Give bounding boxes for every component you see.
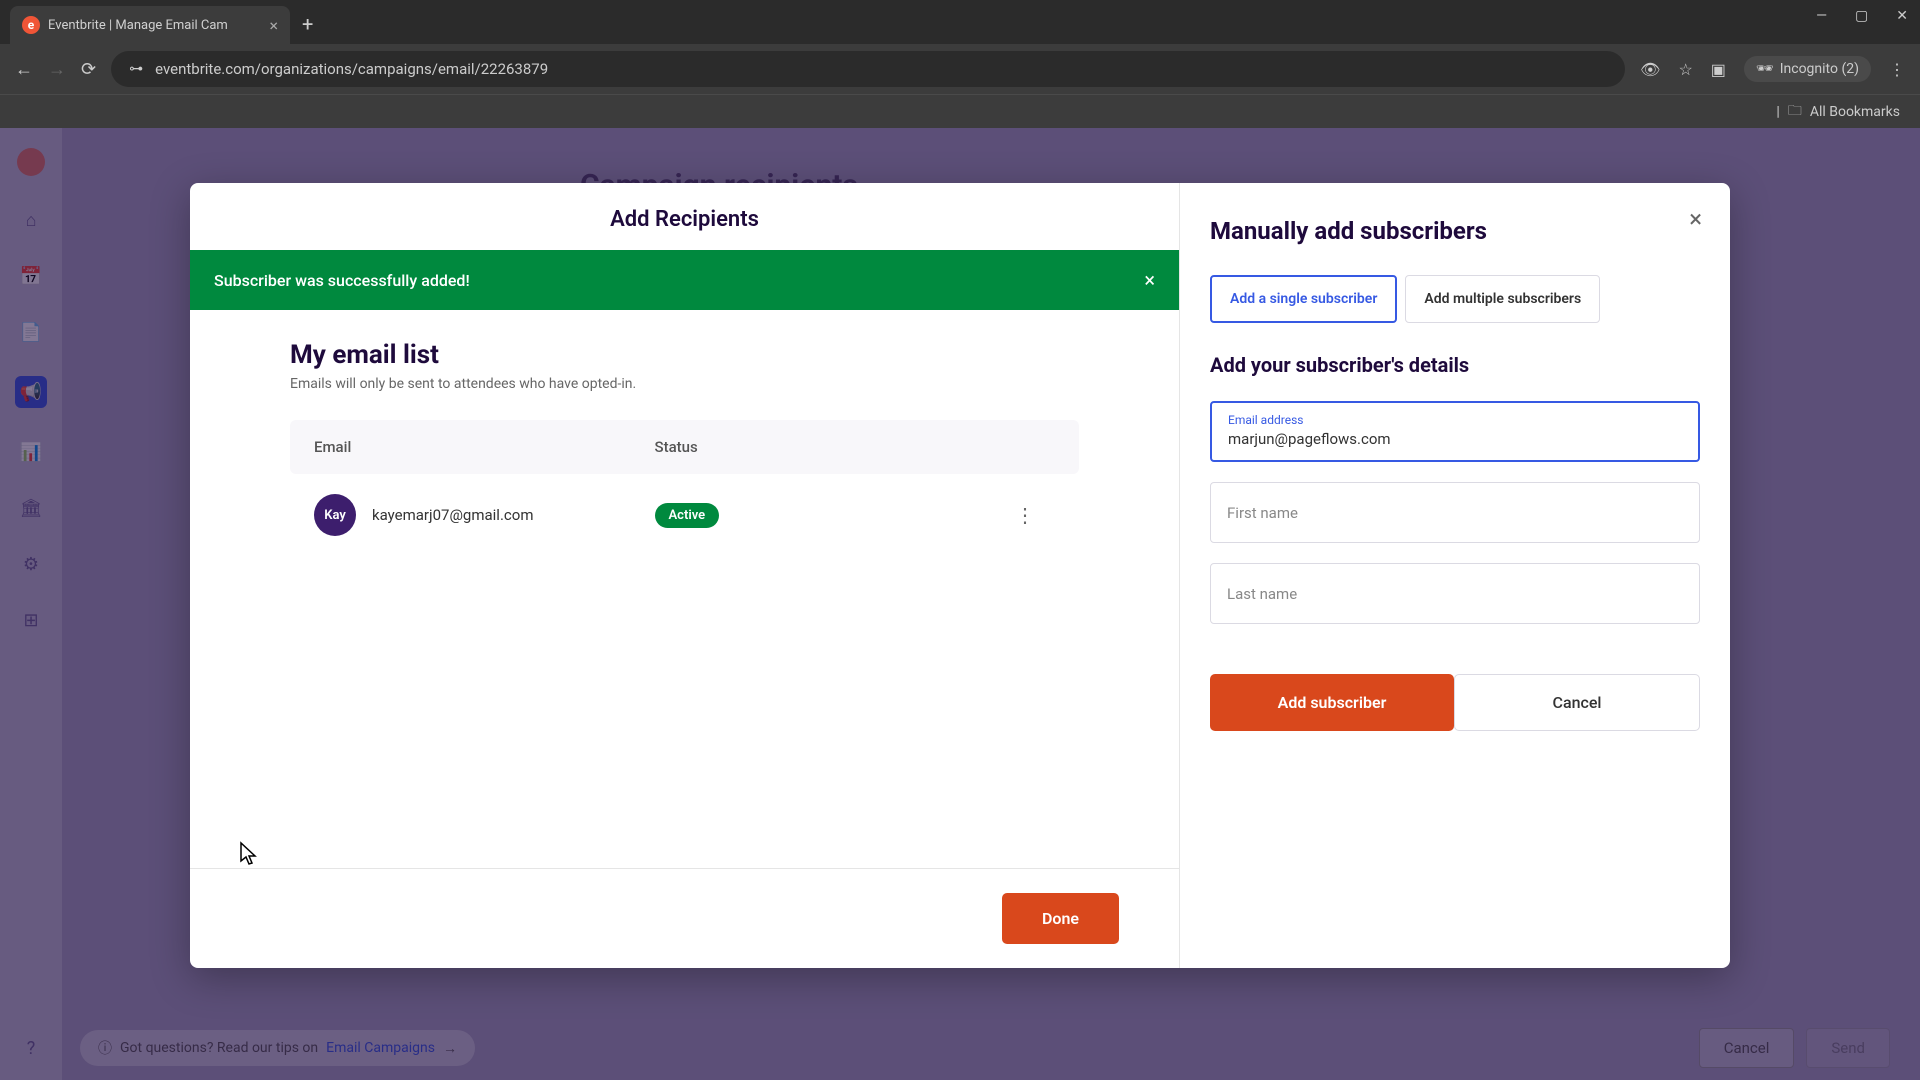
email-cell: kayemarj07@gmail.com bbox=[372, 506, 533, 524]
form-actions: Add subscriber Cancel bbox=[1210, 674, 1700, 731]
first-name-placeholder: First name bbox=[1227, 504, 1298, 522]
modal-overlay[interactable]: × Add Recipients Subscriber was successf… bbox=[0, 128, 1920, 1080]
reload-button[interactable]: ⟳ bbox=[81, 59, 96, 80]
right-panel-title: Manually add subscribers bbox=[1210, 217, 1700, 245]
column-email: Email bbox=[314, 438, 655, 456]
incognito-badge[interactable]: 🕶 Incognito (2) bbox=[1744, 56, 1871, 82]
panel-icon[interactable]: ▣ bbox=[1711, 60, 1726, 79]
tab-multiple-subscribers[interactable]: Add multiple subscribers bbox=[1405, 275, 1600, 323]
bookmarks-bar: | 🗀 All Bookmarks bbox=[0, 94, 1920, 128]
close-modal-icon[interactable]: × bbox=[1689, 205, 1702, 233]
column-status: Status bbox=[655, 438, 996, 456]
tab-single-subscriber[interactable]: Add a single subscriber bbox=[1210, 275, 1397, 323]
favicon-icon: e bbox=[22, 16, 40, 34]
last-name-placeholder: Last name bbox=[1227, 585, 1297, 603]
email-label: Email address bbox=[1228, 413, 1682, 427]
browser-chrome: e Eventbrite | Manage Email Cam × + — ▢ … bbox=[0, 0, 1920, 128]
list-title: My email list bbox=[290, 340, 1079, 370]
modal-left-footer: Done bbox=[190, 868, 1179, 968]
cancel-button[interactable]: Cancel bbox=[1454, 674, 1700, 731]
window-controls: — ▢ ✕ bbox=[1816, 8, 1908, 24]
email-field[interactable]: Email address bbox=[1210, 401, 1700, 462]
browser-toolbar: ← → ⟳ ⊶ eventbrite.com/organizations/cam… bbox=[0, 44, 1920, 94]
star-icon[interactable]: ☆ bbox=[1678, 60, 1692, 79]
url-text: eventbrite.com/organizations/campaigns/e… bbox=[155, 60, 548, 78]
done-button[interactable]: Done bbox=[1002, 893, 1119, 944]
browser-tab[interactable]: e Eventbrite | Manage Email Cam × bbox=[10, 6, 290, 44]
email-input[interactable] bbox=[1228, 430, 1682, 448]
tab-title: Eventbrite | Manage Email Cam bbox=[48, 18, 261, 33]
close-window-icon[interactable]: ✕ bbox=[1896, 8, 1908, 24]
modal-title: Add Recipients bbox=[230, 207, 1139, 232]
first-name-field[interactable]: First name bbox=[1210, 482, 1700, 543]
subscriber-tabs: Add a single subscriber Add multiple sub… bbox=[1210, 275, 1700, 323]
success-message: Subscriber was successfully added! bbox=[214, 271, 470, 290]
forward-button[interactable]: → bbox=[48, 59, 66, 80]
eye-off-icon[interactable]: 👁 bbox=[1640, 60, 1660, 79]
email-list-section: My email list Emails will only be sent t… bbox=[190, 310, 1179, 868]
tab-bar: e Eventbrite | Manage Email Cam × + — ▢ … bbox=[0, 0, 1920, 44]
folder-icon: 🗀 bbox=[1788, 100, 1802, 124]
add-recipients-modal: × Add Recipients Subscriber was successf… bbox=[190, 183, 1730, 968]
avatar: Kay bbox=[314, 494, 356, 536]
list-subtitle: Emails will only be sent to attendees wh… bbox=[290, 376, 1079, 392]
minimize-icon[interactable]: — bbox=[1816, 8, 1827, 24]
maximize-icon[interactable]: ▢ bbox=[1855, 8, 1868, 24]
back-button[interactable]: ← bbox=[15, 59, 33, 80]
last-name-field[interactable]: Last name bbox=[1210, 563, 1700, 624]
status-badge: Active bbox=[655, 503, 720, 528]
add-subscriber-button[interactable]: Add subscriber bbox=[1210, 674, 1454, 731]
new-tab-button[interactable]: + bbox=[302, 12, 313, 36]
dismiss-banner-icon[interactable]: × bbox=[1144, 268, 1155, 292]
table-row: Kay kayemarj07@gmail.com Active ⋮ bbox=[290, 474, 1079, 556]
site-info-icon[interactable]: ⊶ bbox=[129, 61, 143, 77]
success-banner: Subscriber was successfully added! × bbox=[190, 250, 1179, 310]
all-bookmarks-button[interactable]: All Bookmarks bbox=[1810, 104, 1900, 120]
close-tab-icon[interactable]: × bbox=[269, 16, 278, 35]
url-bar[interactable]: ⊶ eventbrite.com/organizations/campaigns… bbox=[111, 51, 1625, 87]
modal-right-panel: Manually add subscribers Add a single su… bbox=[1180, 183, 1730, 968]
incognito-icon: 🕶 bbox=[1756, 61, 1774, 77]
menu-icon[interactable]: ⋮ bbox=[1889, 60, 1905, 79]
row-menu-icon[interactable]: ⋮ bbox=[995, 503, 1055, 527]
modal-left-panel: Add Recipients Subscriber was successful… bbox=[190, 183, 1180, 968]
details-title: Add your subscriber's details bbox=[1210, 353, 1700, 377]
table-header: Email Status bbox=[290, 420, 1079, 474]
